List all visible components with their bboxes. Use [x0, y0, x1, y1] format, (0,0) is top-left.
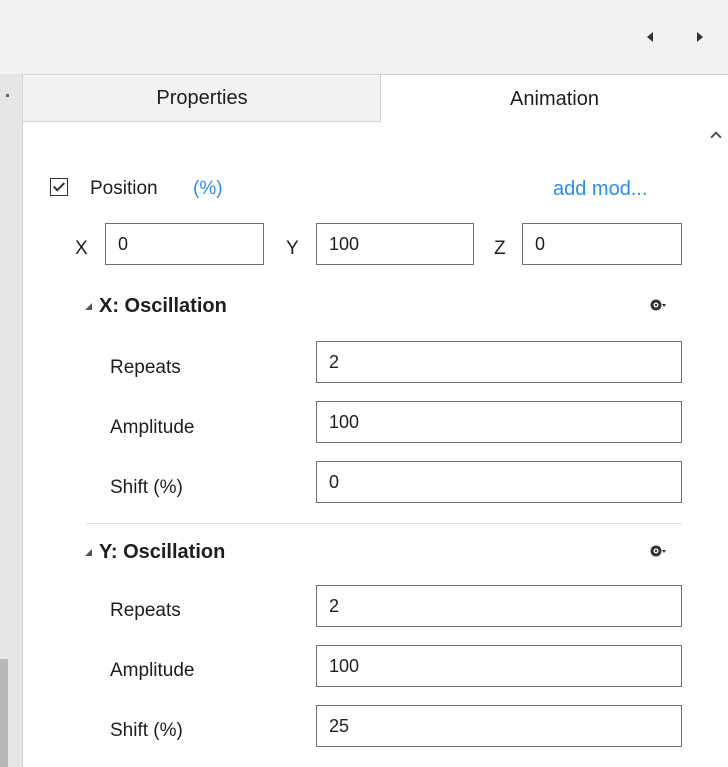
add-modifier-link[interactable]: add mod...	[553, 179, 648, 199]
y-amplitude-field[interactable]: 100	[316, 645, 682, 687]
x-label: X	[75, 238, 88, 259]
y-repeats-field[interactable]: 2	[316, 585, 682, 627]
position-checkbox[interactable]	[50, 178, 68, 196]
left-scrollbar-thumb[interactable]	[0, 659, 8, 767]
collapse-triangle-icon[interactable]	[85, 549, 92, 556]
y-label: Y	[286, 238, 299, 259]
y-field[interactable]: 100	[316, 223, 474, 265]
left-scroll-strip	[0, 74, 22, 767]
top-toolbar	[0, 0, 728, 74]
x-oscillation-title: X: Oscillation	[99, 295, 227, 317]
section-divider	[86, 523, 682, 524]
collapse-triangle-icon[interactable]	[85, 303, 92, 310]
tab-properties[interactable]: Properties	[22, 74, 381, 122]
chevron-right-icon[interactable]	[697, 32, 703, 42]
z-label: Z	[494, 238, 506, 259]
x-amplitude-label: Amplitude	[110, 417, 195, 438]
chevron-left-icon[interactable]	[647, 32, 653, 42]
z-field[interactable]: 0	[522, 223, 682, 265]
position-unit: (%)	[193, 178, 223, 199]
x-repeats-field[interactable]: 2	[316, 341, 682, 383]
y-shift-label: Shift (%)	[110, 720, 183, 741]
y-repeats-label: Repeats	[110, 600, 181, 621]
x-shift-field[interactable]: 0	[316, 461, 682, 503]
tab-animation[interactable]: Animation	[380, 74, 728, 123]
gear-dropdown-icon[interactable]	[650, 543, 666, 559]
x-amplitude-field[interactable]: 100	[316, 401, 682, 443]
y-oscillation-title: Y: Oscillation	[99, 541, 226, 563]
y-shift-field[interactable]: 25	[316, 705, 682, 747]
y-amplitude-label: Amplitude	[110, 660, 195, 681]
tab-animation-label: Animation	[510, 87, 599, 110]
x-shift-label: Shift (%)	[110, 477, 183, 498]
position-label: Position	[90, 178, 158, 199]
tab-properties-label: Properties	[156, 86, 248, 109]
x-repeats-label: Repeats	[110, 357, 181, 378]
gear-dropdown-icon[interactable]	[650, 297, 666, 313]
strip-marker	[6, 94, 9, 97]
x-field[interactable]: 0	[105, 223, 264, 265]
